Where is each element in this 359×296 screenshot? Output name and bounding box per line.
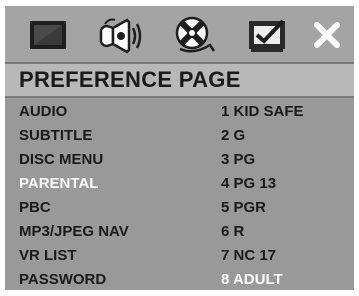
menu-item-pbc[interactable]: PBC — [19, 196, 209, 220]
option-r[interactable]: 6 R — [221, 220, 351, 244]
disc-icon[interactable] — [169, 15, 219, 55]
option-pg[interactable]: 3 PG — [221, 148, 351, 172]
divider — [5, 96, 354, 98]
menu-item-password[interactable]: PASSWORD — [19, 268, 209, 292]
menu-item-audio[interactable]: AUDIO — [19, 100, 209, 124]
icon-toolbar — [5, 6, 354, 62]
osd-menu-panel: PREFERENCE PAGE AUDIO SUBTITLE DISC MENU… — [5, 6, 354, 290]
menu-item-parental[interactable]: PARENTAL — [19, 172, 209, 196]
menu-item-subtitle[interactable]: SUBTITLE — [19, 124, 209, 148]
option-g[interactable]: 2 G — [221, 124, 351, 148]
option-pg-13[interactable]: 4 PG 13 — [221, 172, 351, 196]
title-bar: PREFERENCE PAGE — [5, 64, 354, 96]
menu-item-mp3-jpeg-nav[interactable]: MP3/JPEG NAV — [19, 220, 209, 244]
option-adult[interactable]: 8 ADULT — [221, 268, 351, 292]
option-pgr[interactable]: 5 PGR — [221, 196, 351, 220]
page-title: PREFERENCE PAGE — [19, 67, 241, 92]
menu-item-vr-list[interactable]: VR LIST — [19, 244, 209, 268]
audio-speaker-icon[interactable] — [95, 15, 147, 55]
parental-options-list: 1 KID SAFE 2 G 3 PG 4 PG 13 5 PGR 6 R 7 … — [221, 100, 351, 292]
settings-menu: AUDIO SUBTITLE DISC MENU PARENTAL PBC MP… — [19, 100, 209, 292]
preference-check-icon[interactable] — [243, 15, 293, 55]
display-icon[interactable] — [25, 15, 71, 55]
option-kid-safe[interactable]: 1 KID SAFE — [221, 100, 351, 124]
option-nc-17[interactable]: 7 NC 17 — [221, 244, 351, 268]
close-icon[interactable] — [309, 15, 345, 55]
menu-item-disc-menu[interactable]: DISC MENU — [19, 148, 209, 172]
